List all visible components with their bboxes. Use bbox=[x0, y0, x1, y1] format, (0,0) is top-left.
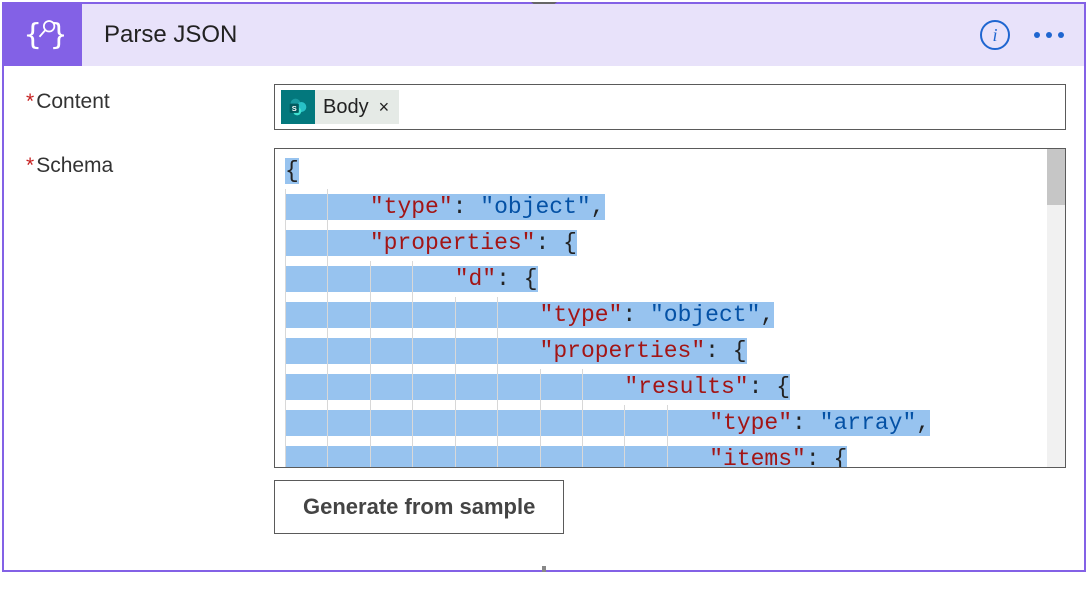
body-token[interactable]: S Body × bbox=[281, 90, 399, 124]
generate-from-sample-button[interactable]: Generate from sample bbox=[274, 480, 564, 534]
parse-json-icon: { } bbox=[4, 4, 82, 66]
content-input[interactable]: S Body × bbox=[274, 84, 1066, 130]
parse-json-card: { } Parse JSON i *Content bbox=[2, 2, 1086, 572]
card-title: Parse JSON bbox=[82, 21, 980, 49]
svg-text:S: S bbox=[292, 104, 297, 113]
content-label: *Content bbox=[26, 84, 274, 114]
remove-token-icon[interactable]: × bbox=[377, 97, 400, 118]
card-header: { } Parse JSON i bbox=[4, 4, 1084, 66]
body-token-label: Body bbox=[323, 96, 377, 119]
connector-line-bottom bbox=[542, 566, 546, 572]
sharepoint-icon: S bbox=[281, 90, 315, 124]
schema-label: *Schema bbox=[26, 148, 274, 178]
schema-scrollbar[interactable] bbox=[1047, 149, 1065, 467]
schema-scrollbar-thumb[interactable] bbox=[1047, 149, 1065, 205]
more-menu-icon[interactable] bbox=[1034, 32, 1064, 38]
schema-input[interactable]: { "type": "object", "properties": { "d":… bbox=[274, 148, 1066, 468]
schema-code[interactable]: { "type": "object", "properties": { "d":… bbox=[275, 149, 1065, 468]
svg-text:{: { bbox=[24, 18, 42, 53]
info-icon[interactable]: i bbox=[980, 20, 1010, 50]
card-body: *Content S Bod bbox=[4, 66, 1084, 570]
